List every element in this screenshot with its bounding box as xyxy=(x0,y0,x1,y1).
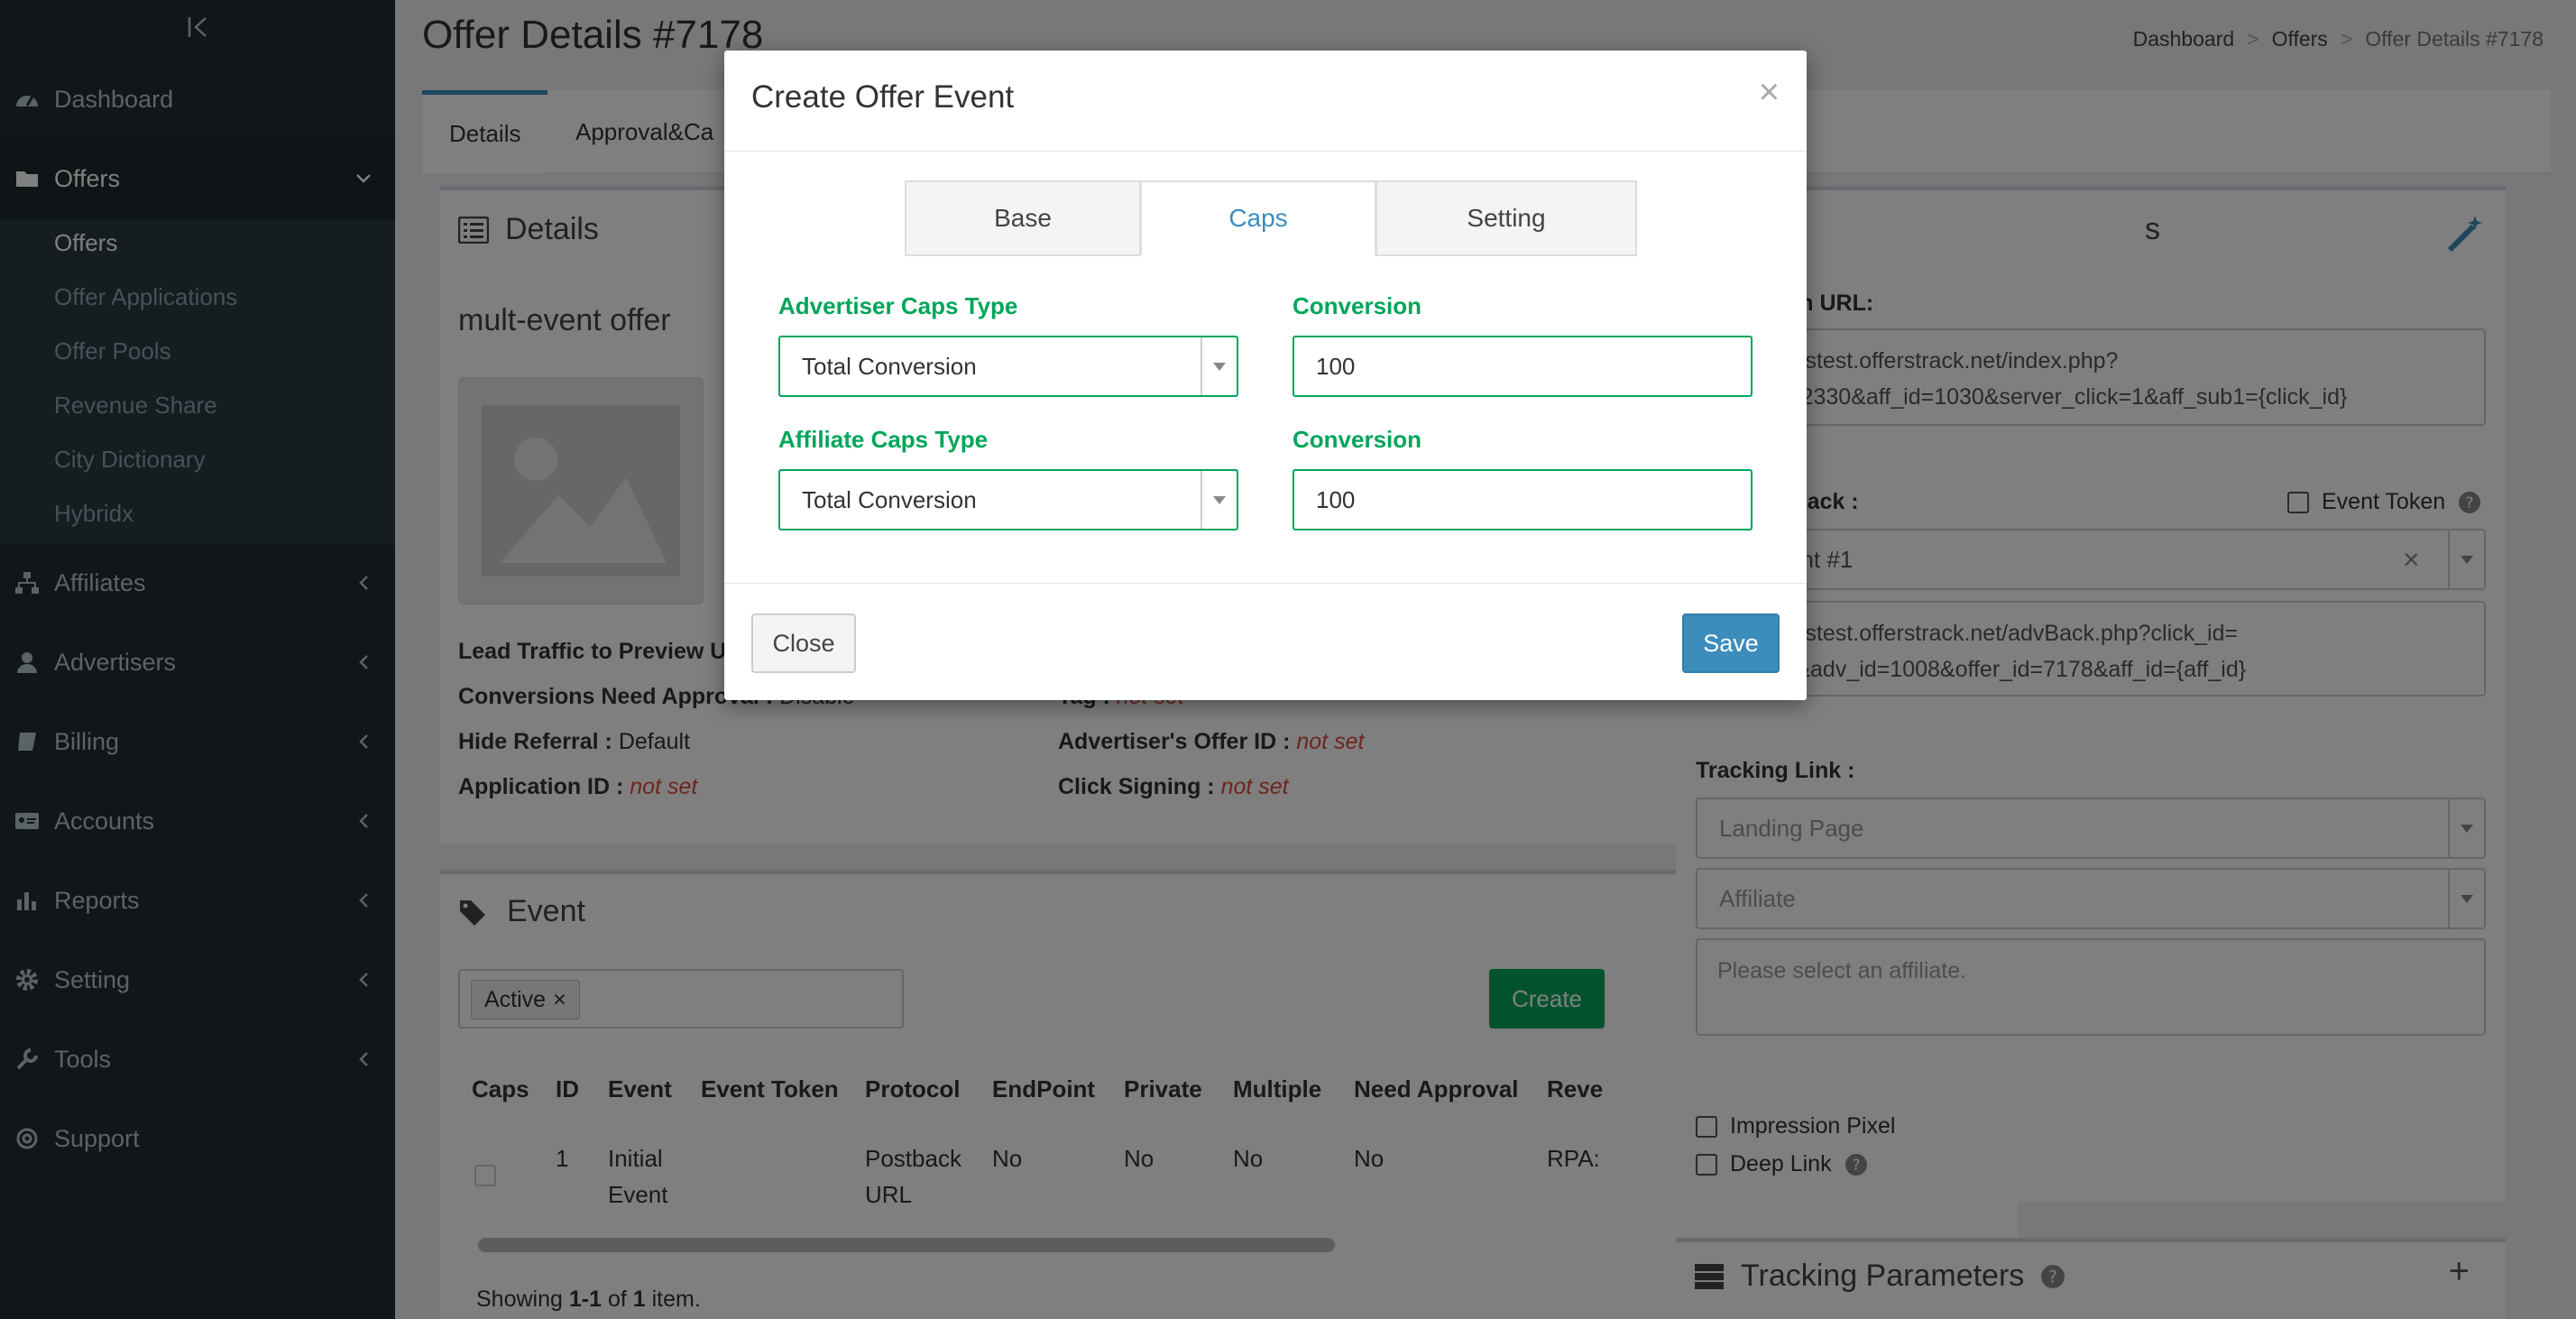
close-button[interactable]: Close xyxy=(751,613,856,673)
create-offer-event-modal: Create Offer Event × Base Caps Setting A… xyxy=(724,51,1807,700)
adv-conversion-value: 100 xyxy=(1316,352,1356,380)
dropdown-arrow[interactable] xyxy=(1201,471,1237,529)
modal-header: Create Offer Event × xyxy=(724,51,1807,152)
adv-conversion-label: Conversion xyxy=(1293,292,1422,319)
dropdown-arrow[interactable] xyxy=(1201,337,1237,395)
modal-tab-caps[interactable]: Caps xyxy=(1140,180,1376,256)
aff-caps-type-label: Affiliate Caps Type xyxy=(778,426,989,453)
adv-caps-type-select[interactable]: Total Conversion xyxy=(778,336,1238,397)
aff-conversion-input[interactable]: 100 xyxy=(1293,469,1753,530)
aff-conversion-value: 100 xyxy=(1316,485,1356,513)
aff-caps-type-select[interactable]: Total Conversion xyxy=(778,469,1238,530)
save-button[interactable]: Save xyxy=(1682,613,1780,673)
aff-caps-type-value: Total Conversion xyxy=(802,485,977,513)
aff-conversion-label: Conversion xyxy=(1293,426,1422,453)
caret-down-icon xyxy=(1213,495,1226,504)
modal-title: Create Offer Event xyxy=(751,79,1015,115)
caret-down-icon xyxy=(1213,362,1226,371)
adv-conversion-input[interactable]: 100 xyxy=(1293,336,1753,397)
modal-tab-setting[interactable]: Setting xyxy=(1375,180,1637,256)
modal-footer: Close Save xyxy=(724,583,1807,700)
modal-tab-base[interactable]: Base xyxy=(905,180,1141,256)
adv-caps-type-label: Advertiser Caps Type xyxy=(778,292,1018,319)
adv-caps-type-value: Total Conversion xyxy=(802,352,977,380)
close-icon[interactable]: × xyxy=(1759,72,1780,113)
